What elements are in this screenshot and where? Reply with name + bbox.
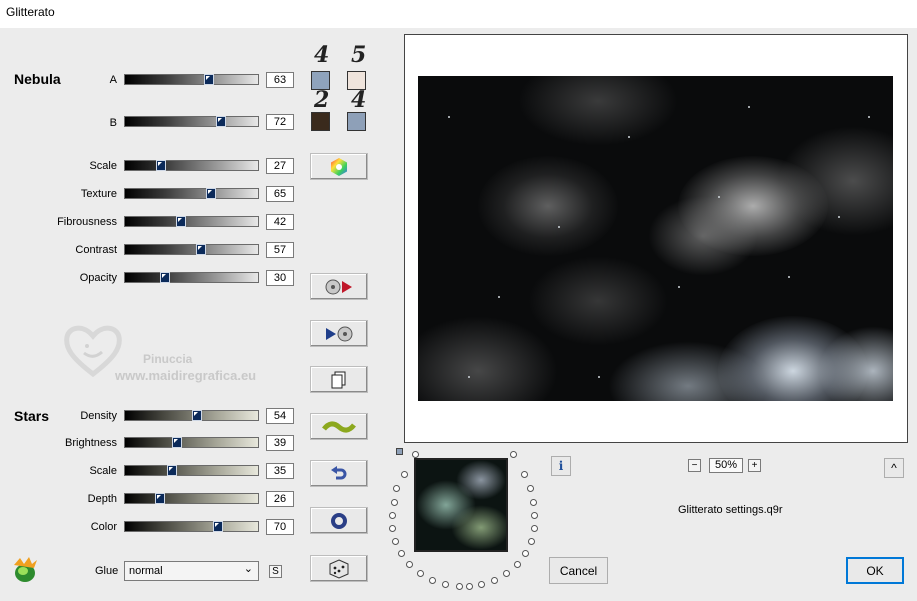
fibrousness-value[interactable]: 42 [266,214,294,230]
random-dice-button[interactable] [310,555,368,582]
slider-thumb[interactable] [166,465,177,476]
slider-thumb[interactable] [171,437,182,448]
dice-icon [329,558,349,579]
export-settings-button[interactable] [310,273,368,300]
slider-thumb[interactable] [155,160,166,171]
scale-value[interactable]: 27 [266,158,294,174]
slider-thumb[interactable] [154,493,165,504]
glue-selected-value: normal [129,565,163,577]
cancel-button[interactable]: Cancel [549,557,608,584]
zoom-level[interactable]: 50% [709,458,743,473]
slider-thumb[interactable] [206,188,217,199]
thumbnail-preview[interactable] [414,458,508,552]
randomize-wave-button[interactable] [310,413,368,440]
color-number-label: 5 [351,42,367,68]
star-scale-label: Scale [89,465,117,477]
depth-value[interactable]: 26 [266,491,294,507]
contrast-slider[interactable] [124,244,259,255]
color-wheel-icon [331,157,347,176]
brightness-label: Brightness [65,437,117,449]
logo-icon [10,556,40,584]
slider-thumb[interactable] [213,521,224,532]
reset-button[interactable] [310,507,368,534]
zoom-in-button[interactable]: + [748,459,761,472]
navigator-marker[interactable] [396,448,403,455]
export-icon [325,279,352,294]
fibrousness-slider[interactable] [124,216,259,227]
nebula-a-label: A [109,74,117,86]
color-wheel-button[interactable] [310,153,368,180]
nebula-b-label: B [109,117,117,129]
info-button[interactable]: i [551,456,571,476]
density-value[interactable]: 54 [266,408,294,424]
scale-label: Scale [89,160,117,172]
star-scale-value[interactable]: 35 [266,463,294,479]
settings-filename: Glitterato settings.q9r [678,504,783,516]
slider-thumb[interactable] [195,244,206,255]
copy-button[interactable] [310,366,368,393]
brightness-value[interactable]: 39 [266,435,294,451]
opacity-value[interactable]: 30 [266,270,294,286]
color-number-label: 4 [351,87,367,113]
nebula-preview-image[interactable] [418,76,893,401]
fibrousness-label: Fibrousness [57,216,117,228]
depth-label: Depth [87,493,117,505]
depth-slider[interactable] [124,493,259,504]
title-bar: Glitterato [0,0,917,28]
watermark-url: www.maidiregrafica.eu [115,368,257,383]
wave-icon [322,421,356,432]
nebula-b-slider[interactable] [124,116,259,127]
slider-thumb[interactable] [215,116,226,127]
glue-select[interactable]: normal ⌄ [124,561,259,581]
collapse-button[interactable]: ^ [884,458,904,478]
slider-thumb[interactable] [203,74,214,85]
import-icon [326,326,353,341]
nebula-b-value[interactable]: 72 [266,114,294,130]
brightness-slider[interactable] [124,437,259,448]
chevron-down-icon: ⌄ [243,563,253,575]
density-slider[interactable] [124,410,259,421]
copy-icon [331,371,346,388]
color-swatch-b2[interactable] [347,112,366,131]
watermark-name: Pinuccia [143,352,193,366]
slider-thumb[interactable] [191,410,202,421]
color-slider[interactable] [124,521,259,532]
star-scale-slider[interactable] [124,465,259,476]
color-number-label: 2 [314,87,330,113]
color-value[interactable]: 70 [266,519,294,535]
ring-icon [331,512,347,529]
undo-icon [331,465,347,479]
window-title: Glitterato [6,5,55,19]
nebula-a-value[interactable]: 63 [266,72,294,88]
undo-button[interactable] [310,460,368,487]
color-number-label: 4 [314,42,330,68]
texture-slider[interactable] [124,188,259,199]
color-label: Color [90,521,117,533]
opacity-slider[interactable] [124,272,259,283]
scale-slider[interactable] [124,160,259,171]
color-swatch-b1[interactable] [311,112,330,131]
glue-label: Glue [95,565,119,577]
contrast-value[interactable]: 57 [266,242,294,258]
texture-value[interactable]: 65 [266,186,294,202]
density-label: Density [80,410,117,422]
slider-thumb[interactable] [159,272,170,283]
texture-label: Texture [80,188,117,200]
s-button[interactable]: S [269,565,282,578]
opacity-label: Opacity [79,272,117,284]
slider-thumb[interactable] [175,216,186,227]
nebula-a-slider[interactable] [124,74,259,85]
zoom-out-button[interactable]: − [688,459,701,472]
ok-button[interactable]: OK [846,557,904,584]
contrast-label: Contrast [75,244,117,256]
import-settings-button[interactable] [310,320,368,347]
